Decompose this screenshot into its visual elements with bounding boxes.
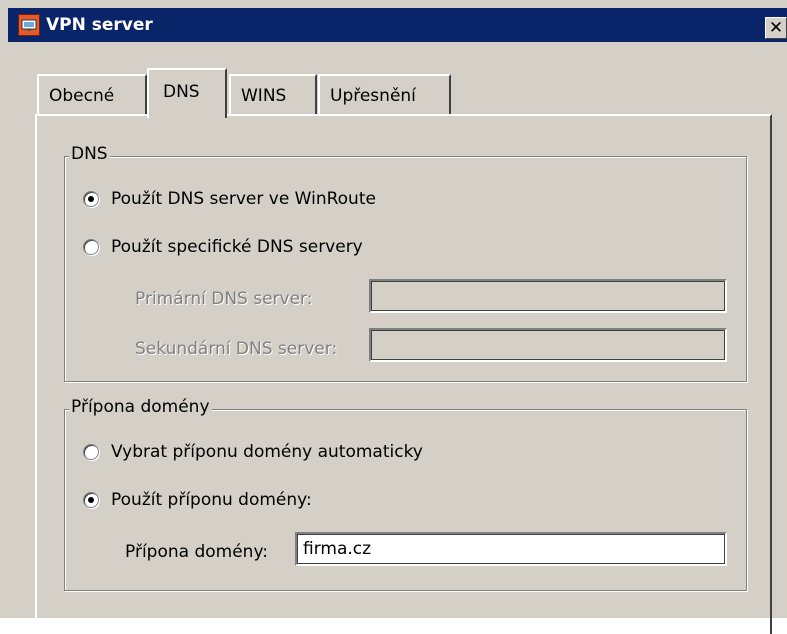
title-bar[interactable]: VPN server ✕ [8, 8, 787, 42]
domain-suffix-label: Přípona domény: [125, 542, 268, 562]
secondary-dns-input[interactable] [369, 328, 727, 362]
radio-row-auto-suffix[interactable]: Vybrat příponu domény automaticky [83, 442, 423, 462]
tab-panel-dns: DNS Použít DNS server ve WinRoute Použít… [35, 114, 772, 634]
secondary-dns-label: Sekundární DNS server: [135, 339, 338, 359]
dns-groupbox: DNS Použít DNS server ve WinRoute Použít… [64, 144, 747, 382]
tab-general-label: Obecné [49, 86, 115, 106]
auto-suffix-radio[interactable] [83, 444, 99, 460]
radio-row-specific-dns[interactable]: Použít specifické DNS servery [83, 237, 363, 257]
winroute-dns-label[interactable]: Použít DNS server ve WinRoute [111, 189, 376, 209]
vpn-server-dialog: VPN server ✕ Obecné DNS WINS Upřesnění D… [0, 0, 787, 634]
domain-suffix-groupbox: Přípona domény Vybrat příponu domény aut… [64, 397, 747, 591]
specific-dns-radio[interactable] [83, 239, 99, 255]
domain-group-title: Přípona domény [69, 397, 212, 417]
tab-advanced[interactable]: Upřesnění [318, 74, 451, 114]
specific-dns-label[interactable]: Použít specifické DNS servery [111, 237, 363, 257]
tab-advanced-label: Upřesnění [330, 86, 416, 106]
primary-dns-label: Primární DNS server: [135, 289, 313, 309]
window-title: VPN server [46, 15, 153, 35]
tab-dns-label: DNS [163, 82, 200, 102]
manual-suffix-radio[interactable] [83, 492, 99, 508]
radio-row-winroute-dns[interactable]: Použít DNS server ve WinRoute [83, 189, 376, 209]
close-button[interactable]: ✕ [765, 17, 787, 39]
tab-dns[interactable]: DNS [147, 68, 227, 118]
domain-suffix-input[interactable] [295, 532, 727, 566]
manual-suffix-label[interactable]: Použít příponu domény: [111, 490, 312, 510]
app-icon [18, 14, 40, 36]
winroute-dns-radio[interactable] [83, 191, 99, 207]
dns-group-title: DNS [69, 144, 110, 164]
close-icon: ✕ [768, 17, 784, 38]
auto-suffix-label[interactable]: Vybrat příponu domény automaticky [111, 442, 423, 462]
tab-wins[interactable]: WINS [229, 74, 317, 114]
primary-dns-input[interactable] [369, 279, 727, 313]
tab-general[interactable]: Obecné [37, 74, 147, 114]
radio-row-manual-suffix[interactable]: Použít příponu domény: [83, 490, 312, 510]
tab-wins-label: WINS [241, 86, 287, 106]
